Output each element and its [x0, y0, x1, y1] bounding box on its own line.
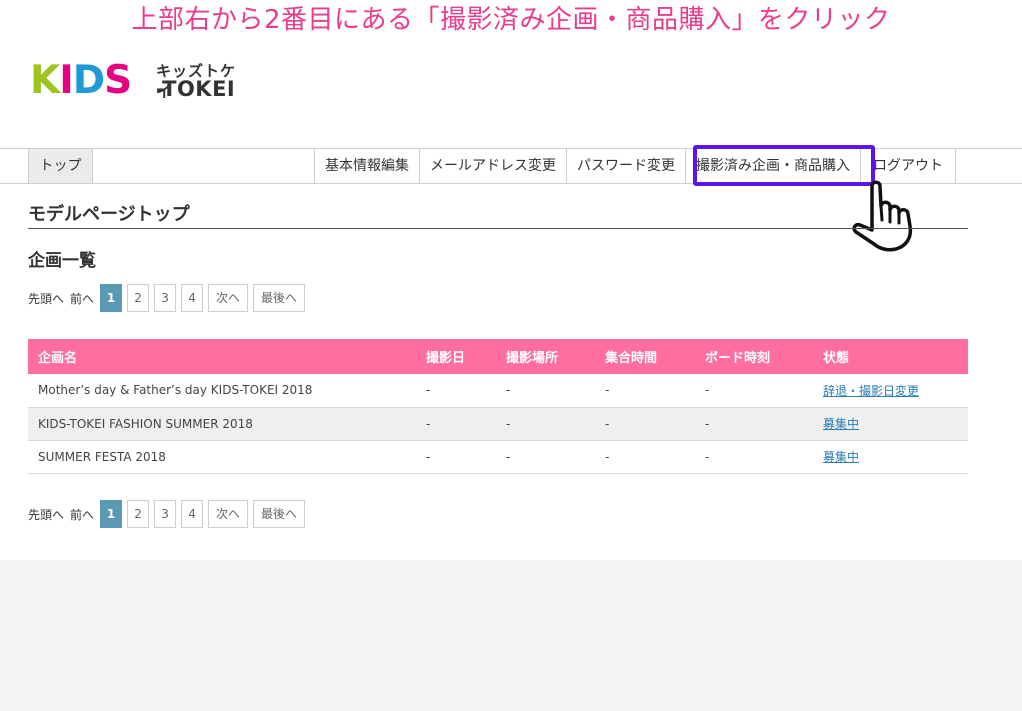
- nav-item-top[interactable]: トップ: [28, 149, 93, 183]
- pagination-top: 先頭へ 前へ 1 2 3 4 次へ 最後へ: [28, 284, 310, 312]
- nav-item-logout[interactable]: ログアウト: [861, 149, 956, 183]
- cell-shoot-place: -: [496, 440, 595, 474]
- header-shoot-date: 撮影日: [416, 339, 496, 374]
- status-link[interactable]: 募集中: [823, 417, 859, 431]
- cell-meeting-time: -: [595, 407, 695, 441]
- cell-status: 辞退・撮影日変更: [813, 374, 968, 408]
- pager-prev-link[interactable]: 前へ: [70, 290, 94, 307]
- pager-last-button[interactable]: 最後へ: [253, 284, 306, 312]
- logo-letter: I: [59, 58, 73, 103]
- pager-last-button[interactable]: 最後へ: [253, 500, 306, 528]
- kids-tokei-logo[interactable]: KIDS キッズトケイ -TOKEI: [30, 60, 248, 102]
- section-title: 企画一覧: [28, 251, 96, 271]
- cell-status: 募集中: [813, 407, 968, 441]
- cell-plan-name: SUMMER FESTA 2018: [28, 440, 416, 474]
- pager-page-1[interactable]: 1: [100, 500, 123, 528]
- header-shoot-place: 撮影場所: [496, 339, 595, 374]
- cell-shoot-date: -: [416, 407, 496, 441]
- highlight-box: [693, 145, 875, 186]
- pager-first-link[interactable]: 先頭へ: [28, 506, 64, 523]
- logo-kids-text: KIDS: [30, 58, 132, 103]
- cell-meeting-time: -: [595, 440, 695, 474]
- nav-item-email-change[interactable]: メールアドレス変更: [420, 149, 567, 183]
- table-row: SUMMER FESTA 2018 - - - - 募集中: [28, 440, 968, 474]
- cell-meeting-time: -: [595, 374, 695, 408]
- status-link[interactable]: 辞退・撮影日変更: [823, 384, 919, 398]
- nav-item-password-change[interactable]: パスワード変更: [567, 149, 686, 183]
- cell-shoot-date: -: [416, 374, 496, 408]
- plan-table: 企画名 撮影日 撮影場所 集合時間 ボード時刻 状態 Mother’s day …: [28, 339, 968, 474]
- pager-page-3[interactable]: 3: [154, 500, 177, 528]
- logo-letter: D: [72, 58, 105, 103]
- header-plan-name: 企画名: [28, 339, 416, 374]
- nav-item-basic-info[interactable]: 基本情報編集: [315, 149, 420, 183]
- cell-plan-name: Mother’s day & Father’s day KIDS-TOKEI 2…: [28, 374, 416, 408]
- cell-board-time: -: [695, 440, 813, 474]
- pager-first-link[interactable]: 先頭へ: [28, 290, 64, 307]
- table-row: KIDS-TOKEI FASHION SUMMER 2018 - - - - 募…: [28, 407, 968, 441]
- cell-status: 募集中: [813, 440, 968, 474]
- pager-prev-link[interactable]: 前へ: [70, 506, 94, 523]
- pager-page-2[interactable]: 2: [127, 500, 150, 528]
- cell-plan-name: KIDS-TOKEI FASHION SUMMER 2018: [28, 407, 416, 441]
- table-row: Mother’s day & Father’s day KIDS-TOKEI 2…: [28, 374, 968, 408]
- cell-shoot-date: -: [416, 440, 496, 474]
- logo-letter: S: [104, 58, 132, 103]
- pager-page-1[interactable]: 1: [100, 284, 123, 312]
- pager-page-4[interactable]: 4: [181, 284, 204, 312]
- header-status: 状態: [813, 339, 968, 374]
- cell-board-time: -: [695, 374, 813, 408]
- header-meeting-time: 集合時間: [595, 339, 695, 374]
- page-title: モデルページトップ: [28, 200, 968, 229]
- table-header-row: 企画名 撮影日 撮影場所 集合時間 ボード時刻 状態: [28, 339, 968, 374]
- pagination-bottom: 先頭へ 前へ 1 2 3 4 次へ 最後へ: [28, 500, 310, 528]
- pager-page-4[interactable]: 4: [181, 500, 204, 528]
- pager-page-2[interactable]: 2: [127, 284, 150, 312]
- cell-board-time: -: [695, 407, 813, 441]
- cell-shoot-place: -: [496, 374, 595, 408]
- logo-en-text: -TOKEI: [156, 77, 236, 101]
- instruction-caption: 上部右から2番目にある「撮影済み企画・商品購入」をクリック: [131, 5, 891, 35]
- pager-next-button[interactable]: 次へ: [208, 500, 249, 528]
- header-board-time: ボード時刻: [695, 339, 813, 374]
- pager-page-3[interactable]: 3: [154, 284, 177, 312]
- cell-shoot-place: -: [496, 407, 595, 441]
- status-link[interactable]: 募集中: [823, 450, 859, 464]
- pager-next-button[interactable]: 次へ: [208, 284, 249, 312]
- logo-letter: K: [30, 58, 60, 103]
